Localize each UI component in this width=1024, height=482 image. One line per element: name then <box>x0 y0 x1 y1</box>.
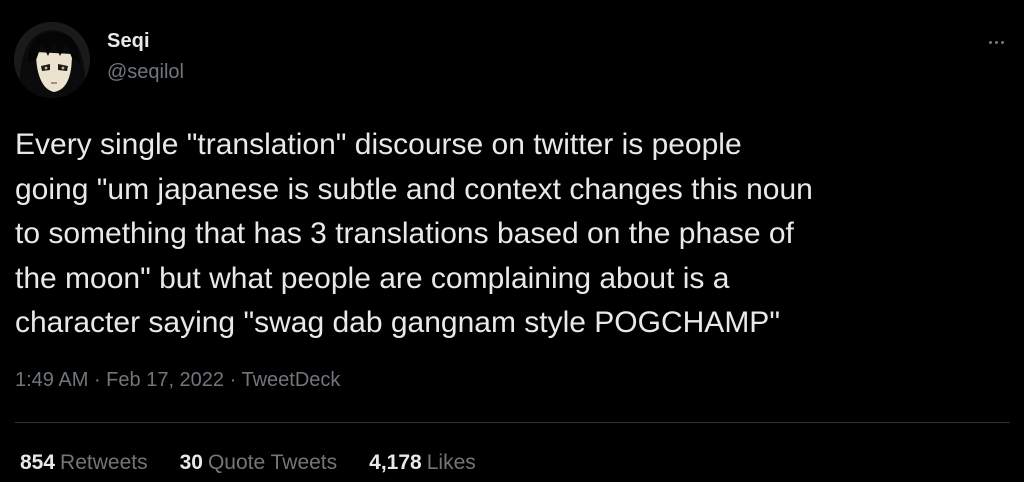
quote-tweets-label: Quote Tweets <box>207 451 338 474</box>
tweet-date[interactable]: Feb 17, 2022 <box>106 369 224 391</box>
meta-separator: · <box>88 369 107 391</box>
quote-tweets-count: 30 <box>179 451 203 474</box>
more-options-button[interactable] <box>982 28 1010 56</box>
tweet-text: Every single "translation" discourse on … <box>15 123 1015 346</box>
retweets-count: 854 <box>20 451 56 474</box>
more-horizontal-icon <box>988 40 1004 44</box>
tweet-metadata: 1:49 AM · Feb 17, 2022 · TweetDeck <box>15 369 340 392</box>
divider <box>15 422 1010 423</box>
retweets-stat[interactable]: 854 Retweets <box>20 451 148 475</box>
tweet-source[interactable]: TweetDeck <box>241 369 340 391</box>
tweet-text-line: character saying "swag dab gangnam style… <box>15 306 780 339</box>
avatar[interactable] <box>14 22 90 98</box>
retweets-label: Retweets <box>60 451 148 474</box>
meta-separator: · <box>224 369 242 391</box>
tweet-text-line: the moon" but what people are complainin… <box>15 261 730 295</box>
tweet-time[interactable]: 1:49 AM <box>15 369 88 391</box>
display-name[interactable]: Seqi <box>107 30 150 53</box>
quote-tweets-stat[interactable]: 30 Quote Tweets <box>180 451 338 475</box>
anime-girl-avatar-icon <box>14 22 90 98</box>
likes-count: 4,178 <box>369 451 422 474</box>
tweet-text-line: going "um japanese is subtle and context… <box>15 172 813 206</box>
tweet-text-line: to something that has 3 translations bas… <box>15 217 794 250</box>
tweet-text-line: Every single "translation" discourse on … <box>15 128 742 161</box>
likes-stat[interactable]: 4,178 Likes <box>369 451 476 475</box>
likes-label: Likes <box>426 451 476 474</box>
tweet-card: Seqi @seqilol Every single "translation"… <box>0 0 1024 482</box>
user-handle[interactable]: @seqilol <box>107 61 184 84</box>
engagement-stats: 854 Retweets 30 Quote Tweets 4,178 Likes <box>20 451 476 475</box>
